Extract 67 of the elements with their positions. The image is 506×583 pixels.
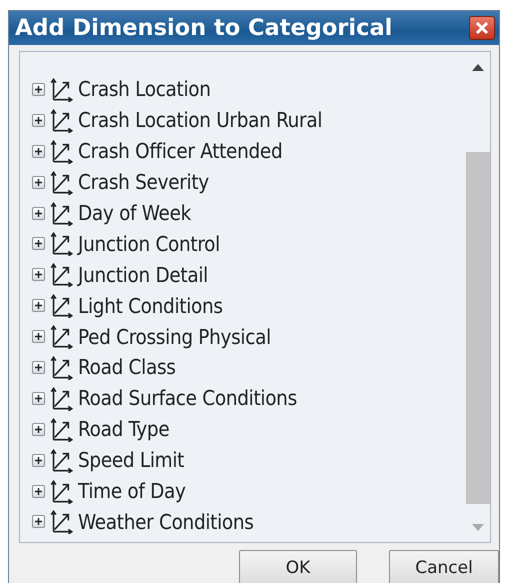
close-icon	[474, 20, 490, 36]
dimension-label[interactable]: Time of Day	[78, 479, 186, 504]
plus-icon	[34, 456, 43, 465]
cancel-button[interactable]: Cancel	[389, 550, 499, 583]
plus-icon	[34, 84, 43, 94]
plus-icon	[34, 239, 43, 248]
plus-icon	[34, 178, 43, 187]
dimension-label[interactable]: Crash Officer Attended	[78, 139, 282, 164]
axes-icon	[49, 200, 74, 226]
plus-icon	[34, 208, 43, 218]
dimension-label[interactable]: Junction Control	[78, 232, 220, 256]
dimension-label[interactable]: Speed Limit	[78, 448, 184, 472]
scroll-thumb[interactable]	[466, 152, 490, 504]
axes-icon	[49, 478, 74, 504]
dimension-label[interactable]: Day of Week	[78, 201, 192, 225]
dimension-label[interactable]: Road Class	[78, 355, 176, 380]
axes-icon	[49, 262, 74, 288]
expand-toggle[interactable]	[32, 299, 45, 312]
plus-icon	[34, 486, 43, 496]
expand-toggle[interactable]	[32, 515, 45, 528]
plus-icon	[34, 362, 43, 372]
expand-toggle[interactable]	[32, 176, 45, 189]
expand-toggle[interactable]	[32, 114, 45, 127]
dimension-label[interactable]: Road Surface Conditions	[78, 386, 297, 410]
axes-icon	[49, 138, 74, 164]
expand-toggle[interactable]	[32, 454, 45, 467]
dimension-label[interactable]: Light Conditions	[78, 294, 223, 318]
axes-icon	[49, 386, 74, 411]
dimension-label[interactable]: Crash Location Urban Rural	[78, 108, 322, 132]
axes-icon	[49, 76, 74, 102]
plus-icon	[34, 517, 43, 526]
dimension-label[interactable]: Junction Detail	[78, 262, 208, 287]
expand-toggle[interactable]	[32, 82, 45, 96]
plus-icon	[34, 332, 43, 342]
expand-toggle[interactable]	[32, 237, 45, 250]
expand-toggle[interactable]	[32, 144, 45, 158]
expand-toggle[interactable]	[32, 330, 45, 344]
axes-icon	[49, 108, 74, 133]
expand-toggle[interactable]	[32, 360, 45, 374]
dimension-label[interactable]: Crash Severity	[78, 170, 209, 194]
plus-icon	[34, 301, 43, 310]
expand-toggle[interactable]	[32, 484, 45, 498]
plus-icon	[34, 424, 43, 434]
expand-toggle[interactable]	[32, 206, 45, 220]
dimension-label[interactable]: Weather Conditions	[78, 510, 254, 534]
plus-icon	[34, 146, 43, 156]
plus-icon	[34, 270, 43, 280]
axes-icon	[49, 354, 74, 380]
axes-icon	[49, 293, 74, 318]
dimension-label[interactable]: Road Type	[78, 417, 170, 442]
axes-icon	[49, 170, 74, 195]
scroll-up-icon[interactable]	[472, 64, 484, 70]
dimension-label[interactable]: Ped Crossing Physical	[78, 324, 271, 349]
axes-icon	[49, 448, 74, 473]
expand-toggle[interactable]	[32, 392, 45, 405]
close-button[interactable]	[469, 16, 495, 40]
axes-icon	[49, 231, 74, 256]
axes-icon	[49, 416, 74, 442]
window-title: Add Dimension to Categorical	[15, 15, 392, 41]
expand-toggle[interactable]	[32, 422, 45, 436]
dimension-label[interactable]: Crash Location	[78, 77, 211, 102]
ok-button[interactable]: OK	[239, 550, 357, 583]
plus-icon	[34, 394, 43, 403]
axes-icon	[49, 324, 74, 350]
expand-toggle[interactable]	[32, 268, 45, 282]
plus-icon	[34, 116, 43, 125]
axes-icon	[49, 509, 74, 534]
